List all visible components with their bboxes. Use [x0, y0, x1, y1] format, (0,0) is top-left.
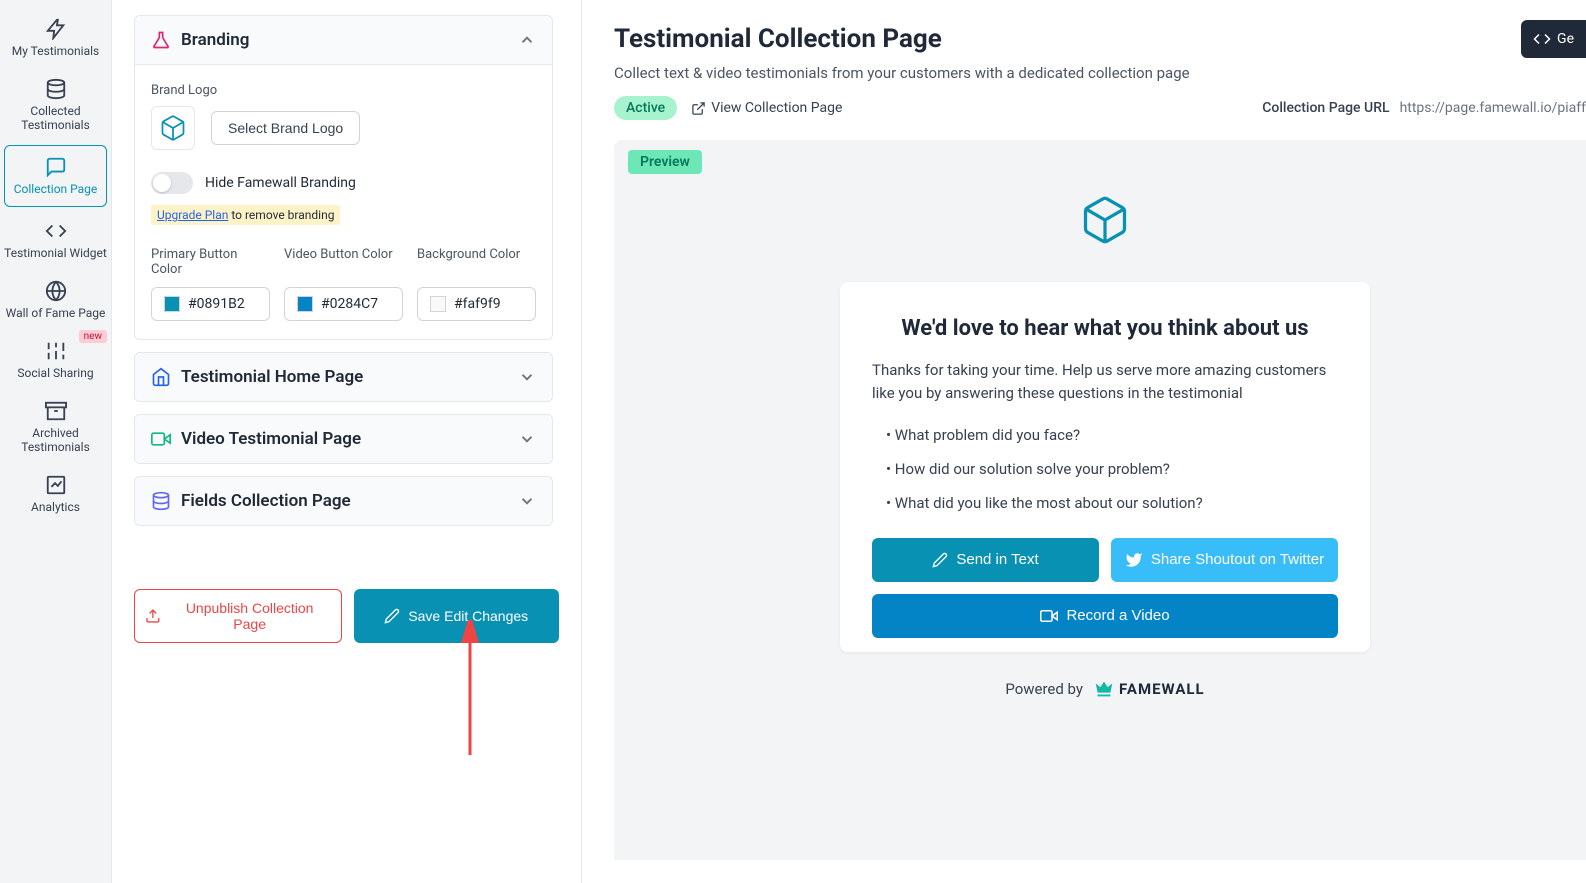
- testimonial-card: We'd love to hear what you think about u…: [840, 282, 1370, 652]
- bg-color-label: Background Color: [417, 247, 536, 279]
- archive-icon: [45, 400, 67, 422]
- bolt-icon: [45, 18, 67, 40]
- sidebar-label: Testimonial Widget: [4, 246, 107, 260]
- sliders-icon: [45, 340, 67, 362]
- editor-scroll[interactable]: Branding Brand Logo Select Brand Logo Hi…: [134, 15, 559, 575]
- accordion-head-video[interactable]: Video Testimonial Page: [135, 415, 552, 463]
- status-badge: Active: [614, 96, 677, 120]
- url-label: Collection Page URL: [1262, 100, 1389, 116]
- crown-icon: [1093, 678, 1115, 700]
- upgrade-plan-link[interactable]: Upgrade Plan: [157, 208, 228, 222]
- globe-icon: [45, 280, 67, 302]
- primary-btn-color-picker[interactable]: #0891B2: [151, 287, 270, 321]
- chevron-down-icon: [518, 368, 536, 386]
- sidebar-item-archived[interactable]: Archived Testimonials: [0, 390, 111, 464]
- preview-badge: Preview: [628, 150, 702, 174]
- editor-panel: Branding Brand Logo Select Brand Logo Hi…: [112, 0, 582, 883]
- chat-icon: [45, 156, 67, 178]
- record-video-button[interactable]: Record a Video: [872, 594, 1338, 638]
- pencil-icon: [932, 552, 948, 568]
- question-2: How did our solution solve your problem?: [886, 460, 1338, 478]
- send-text-button[interactable]: Send in Text: [872, 538, 1099, 582]
- sidebar-item-social[interactable]: new Social Sharing: [0, 330, 111, 390]
- video-icon: [1040, 607, 1058, 625]
- sidebar-label: Collected Testimonials: [4, 104, 107, 132]
- sidebar-item-widget[interactable]: Testimonial Widget: [0, 210, 111, 270]
- sidebar-label: Social Sharing: [17, 366, 93, 380]
- view-collection-link[interactable]: View Collection Page: [691, 100, 842, 116]
- card-title: We'd love to hear what you think about u…: [872, 316, 1338, 341]
- flask-icon: [151, 30, 171, 50]
- sidebar-label: Analytics: [31, 500, 80, 514]
- pencil-icon: [384, 608, 400, 624]
- share-twitter-button[interactable]: Share Shoutout on Twitter: [1111, 538, 1338, 582]
- database-icon: [45, 78, 67, 100]
- code-icon: [1533, 30, 1551, 48]
- question-3: What did you like the most about our sol…: [886, 494, 1338, 512]
- page-subtitle: Collect text & video testimonials from y…: [614, 64, 1586, 82]
- box-icon: [159, 114, 187, 142]
- external-link-icon: [691, 101, 706, 116]
- brand-logo-label: Brand Logo: [151, 83, 536, 98]
- code-icon: [45, 220, 67, 242]
- hide-branding-toggle[interactable]: [151, 172, 193, 194]
- select-brand-logo-button[interactable]: Select Brand Logo: [211, 111, 360, 145]
- sidebar-item-collection-page[interactable]: Collection Page: [4, 145, 107, 207]
- main-panel: Ge Testimonial Collection Page Collect t…: [582, 0, 1586, 883]
- accordion-title: Branding: [181, 30, 518, 50]
- sidebar-item-my-testimonials[interactable]: My Testimonials: [0, 8, 111, 68]
- unpublish-icon: [145, 608, 161, 624]
- sidebar-item-analytics[interactable]: Analytics: [0, 464, 111, 524]
- chevron-down-icon: [518, 492, 536, 510]
- collection-url[interactable]: https://page.famewall.io/piaff: [1400, 100, 1586, 116]
- color-swatch: [164, 296, 180, 312]
- accordion-head-home[interactable]: Testimonial Home Page: [135, 353, 552, 401]
- video-btn-color-label: Video Button Color: [284, 247, 403, 279]
- sidebar-label: Archived Testimonials: [4, 426, 107, 454]
- hide-branding-label: Hide Famewall Branding: [205, 175, 356, 191]
- unpublish-button[interactable]: Unpublish Collection Page: [134, 589, 342, 643]
- accordion-fields: Fields Collection Page: [134, 476, 553, 526]
- upgrade-notice: Upgrade Plan to remove branding: [151, 205, 340, 225]
- accordion-head-branding[interactable]: Branding: [135, 16, 552, 65]
- question-1: What problem did you face?: [886, 426, 1338, 444]
- branding-body: Brand Logo Select Brand Logo Hide Famewa…: [135, 65, 552, 339]
- powered-by: Powered by FAMEWALL: [634, 678, 1576, 700]
- sidebar: My Testimonials Collected Testimonials C…: [0, 0, 112, 883]
- video-btn-color-picker[interactable]: #0284C7: [284, 287, 403, 321]
- color-swatch: [430, 296, 446, 312]
- new-badge: new: [79, 330, 107, 343]
- video-icon: [151, 429, 171, 449]
- primary-btn-color-label: Primary Button Color: [151, 247, 270, 279]
- chart-icon: [45, 474, 67, 496]
- bg-color-picker[interactable]: #faf9f9: [417, 287, 536, 321]
- home-icon: [151, 367, 171, 387]
- get-code-button[interactable]: Ge: [1521, 20, 1586, 58]
- chevron-down-icon: [518, 430, 536, 448]
- page-title: Testimonial Collection Page: [614, 24, 1586, 54]
- accordion-title: Testimonial Home Page: [181, 367, 518, 387]
- accordion-title: Video Testimonial Page: [181, 429, 518, 449]
- sidebar-item-wall[interactable]: Wall of Fame Page: [0, 270, 111, 330]
- sidebar-label: Wall of Fame Page: [6, 306, 106, 320]
- accordion-home: Testimonial Home Page: [134, 352, 553, 402]
- box-icon: [1079, 194, 1131, 246]
- sidebar-label: My Testimonials: [12, 44, 99, 58]
- database-icon: [151, 491, 171, 511]
- accordion-branding: Branding Brand Logo Select Brand Logo Hi…: [134, 15, 553, 340]
- accordion-video: Video Testimonial Page: [134, 414, 553, 464]
- preview-brand-logo: [634, 194, 1576, 246]
- accordion-title: Fields Collection Page: [181, 491, 518, 511]
- famewall-logo[interactable]: FAMEWALL: [1093, 678, 1205, 700]
- accordion-head-fields[interactable]: Fields Collection Page: [135, 477, 552, 525]
- color-swatch: [297, 296, 313, 312]
- annotation-arrow: [456, 620, 484, 760]
- card-subtitle: Thanks for taking your time. Help us ser…: [872, 359, 1338, 406]
- brand-logo-preview: [151, 106, 195, 150]
- preview-pane: Preview We'd love to hear what you think…: [614, 140, 1586, 860]
- twitter-icon: [1125, 551, 1143, 569]
- chevron-up-icon: [518, 31, 536, 49]
- sidebar-label: Collection Page: [14, 182, 98, 196]
- sidebar-item-collected[interactable]: Collected Testimonials: [0, 68, 111, 142]
